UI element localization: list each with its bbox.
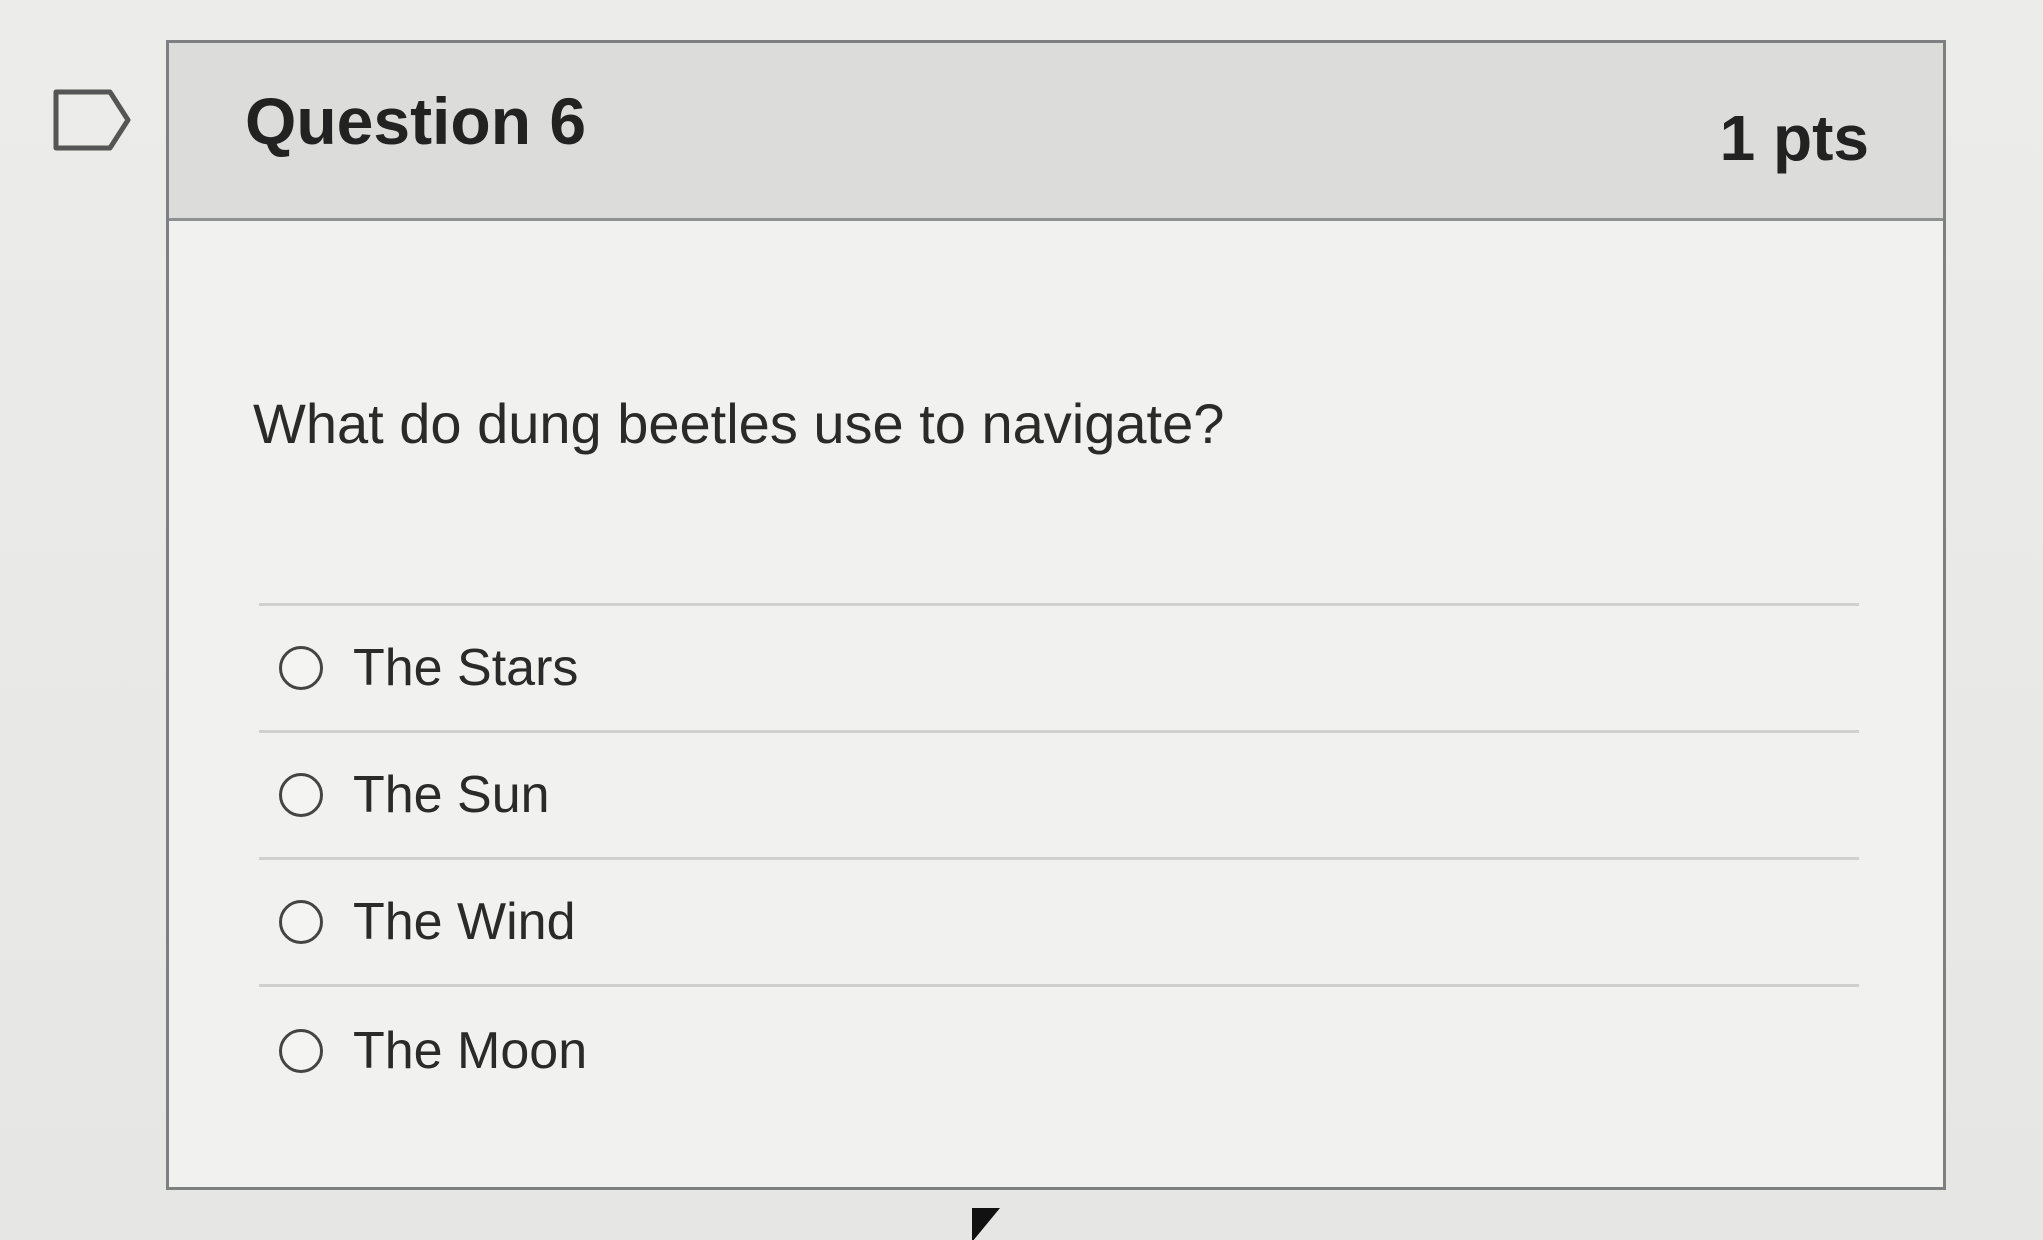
answer-option[interactable]: The Moon (259, 987, 1859, 1114)
flag-question-icon[interactable] (52, 88, 132, 152)
radio-button[interactable] (279, 1028, 323, 1073)
question-header: Question 6 1 pts (169, 43, 1943, 221)
answer-option[interactable]: The Sun (259, 733, 1859, 860)
question-text: What do dung beetles use to navigate? (253, 392, 1225, 455)
radio-button[interactable] (279, 900, 323, 944)
quiz-page: Question 6 1 pts What do dung beetles us… (0, 0, 2043, 1240)
mouse-cursor-icon (972, 1208, 1000, 1240)
question-points: 1 pts (1719, 102, 1869, 174)
answer-list: The Stars The Sun The Wind The Moon (259, 603, 1859, 1114)
answer-label: The Stars (353, 639, 579, 697)
question-card: Question 6 1 pts What do dung beetles us… (166, 40, 1946, 1190)
answer-option[interactable]: The Wind (259, 860, 1859, 987)
radio-button[interactable] (279, 646, 323, 690)
answer-label: The Wind (353, 893, 576, 951)
question-title: Question 6 (245, 84, 587, 158)
answer-label: The Moon (353, 1021, 588, 1080)
radio-button[interactable] (279, 773, 323, 817)
answer-label: The Sun (353, 766, 550, 824)
answer-option[interactable]: The Stars (259, 606, 1859, 733)
